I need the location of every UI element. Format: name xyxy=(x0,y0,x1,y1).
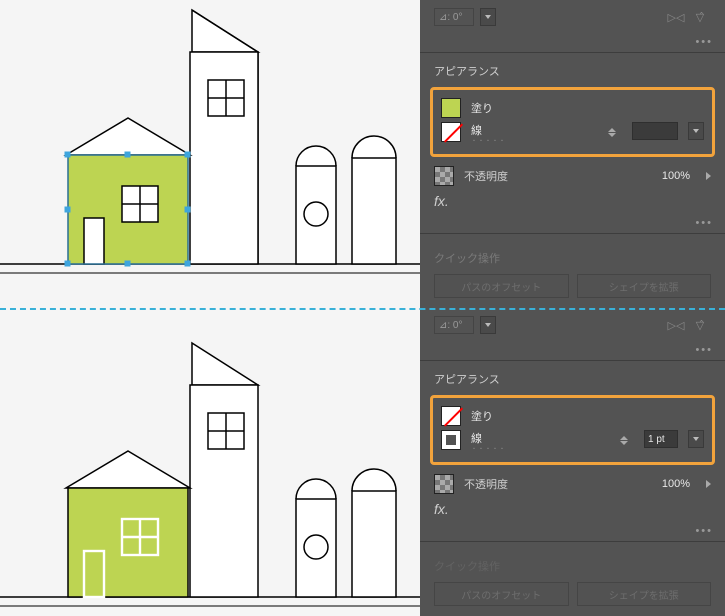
panel-menu-icon[interactable]: ••• xyxy=(695,36,713,48)
panel-menu-icon[interactable]: ••• xyxy=(695,217,713,229)
stroke-underline-icon: ・・・・・ xyxy=(471,136,506,145)
fill-label: 塗り xyxy=(471,100,493,116)
opacity-label: 不透明度 xyxy=(464,168,508,184)
stroke-width-dropdown[interactable] xyxy=(688,430,704,448)
flip-horizontal-icon[interactable]: ▷◁ xyxy=(665,6,687,28)
canvas-area-top[interactable] xyxy=(0,0,420,308)
quick-actions-header: クイック操作 xyxy=(420,542,725,582)
properties-panel-bottom: ⊿: 0° ▷◁ ▽̂ ••• アピアランス 塗り xyxy=(420,308,725,616)
quick-actions-header: クイック操作 xyxy=(420,234,725,274)
fill-swatch[interactable] xyxy=(441,406,461,426)
appearance-header: アピアランス xyxy=(420,53,725,85)
fx-button[interactable]: fx. xyxy=(420,189,725,215)
opacity-value[interactable]: 100% xyxy=(662,170,690,182)
fx-button[interactable]: fx. xyxy=(420,497,725,523)
stroke-width-input[interactable]: 1 pt xyxy=(644,430,678,448)
appearance-header: アピアランス xyxy=(420,361,725,393)
chevron-right-icon[interactable] xyxy=(706,480,711,488)
rotate-angle-input[interactable]: ⊿: 0° xyxy=(434,316,474,334)
stroke-underline-icon: ・・・・・ xyxy=(471,444,506,453)
flip-vertical-icon[interactable]: ▽̂ xyxy=(689,314,711,336)
opacity-value[interactable]: 100% xyxy=(662,478,690,490)
expand-shape-button[interactable]: シェイプを拡張 xyxy=(577,274,712,298)
canvas-area-bottom[interactable] xyxy=(0,308,420,616)
stroke-width-stepper[interactable] xyxy=(608,122,622,142)
offset-path-button[interactable]: パスのオフセット xyxy=(434,274,569,298)
opacity-swatch-icon[interactable] xyxy=(434,166,454,186)
fill-label: 塗り xyxy=(471,408,493,424)
stroke-width-input[interactable] xyxy=(632,122,678,140)
opacity-swatch-icon[interactable] xyxy=(434,474,454,494)
flip-vertical-icon[interactable]: ▽̂ xyxy=(689,6,711,28)
offset-path-button[interactable]: パスのオフセット xyxy=(434,582,569,606)
separator-line xyxy=(0,308,725,310)
panel-menu-icon[interactable]: ••• xyxy=(695,525,713,537)
stroke-width-stepper[interactable] xyxy=(620,430,634,450)
properties-panel-top: ⊿: 0° ▷◁ ▽̂ ••• アピアランス 塗り xyxy=(420,0,725,308)
artwork-top xyxy=(0,0,420,308)
artwork-bottom xyxy=(0,308,420,616)
expand-shape-button[interactable]: シェイプを拡張 xyxy=(577,582,712,606)
panel-menu-icon[interactable]: ••• xyxy=(695,344,713,356)
stroke-swatch[interactable] xyxy=(441,122,461,142)
flip-horizontal-icon[interactable]: ▷◁ xyxy=(665,314,687,336)
chevron-right-icon[interactable] xyxy=(706,172,711,180)
rotate-angle-dropdown[interactable] xyxy=(480,316,496,334)
stroke-width-dropdown[interactable] xyxy=(688,122,704,140)
rotate-angle-dropdown[interactable] xyxy=(480,8,496,26)
appearance-highlight-bottom: 塗り 線 ・・・・・ 1 pt xyxy=(430,395,715,465)
opacity-label: 不透明度 xyxy=(464,476,508,492)
appearance-highlight-top: 塗り 線 ・・・・・ xyxy=(430,87,715,157)
stroke-swatch[interactable] xyxy=(441,430,461,450)
rotate-angle-input[interactable]: ⊿: 0° xyxy=(434,8,474,26)
fill-swatch[interactable] xyxy=(441,98,461,118)
